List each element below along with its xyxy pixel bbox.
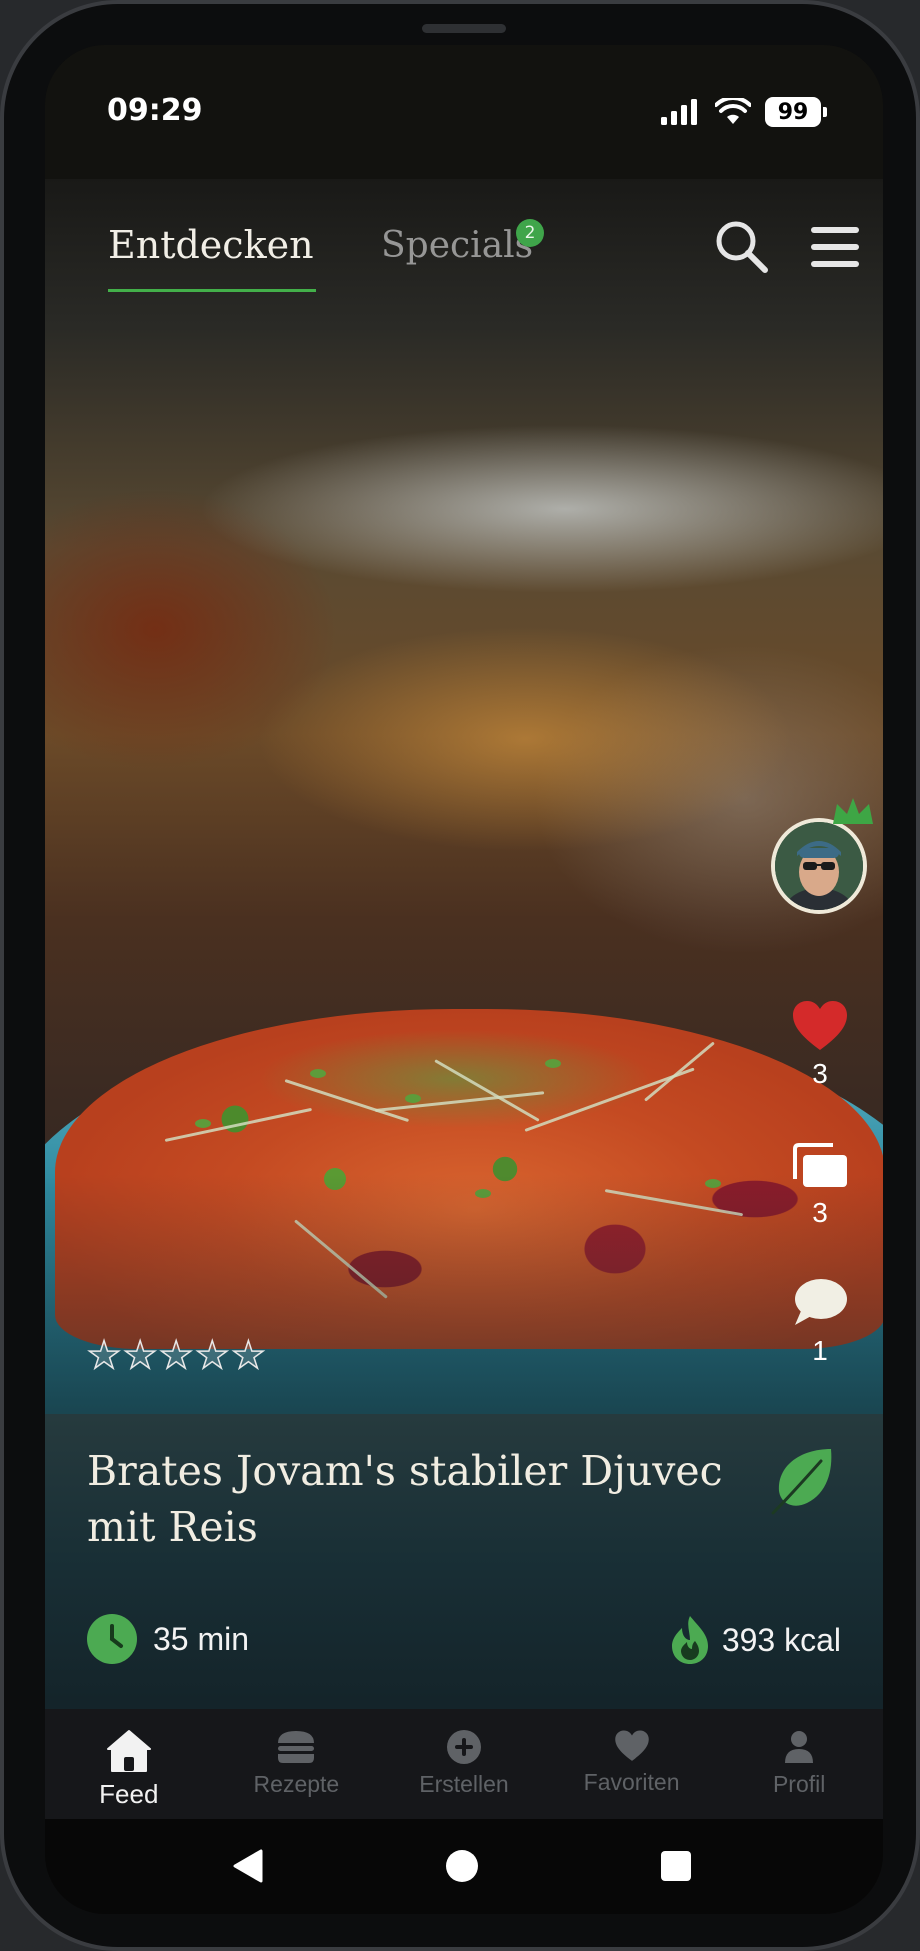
collections-button[interactable]: 3 [780, 1143, 860, 1229]
leaf-icon [771, 1449, 832, 1515]
recents-square-icon[interactable] [659, 1849, 693, 1883]
stacked-cards-icon [793, 1143, 847, 1187]
recipe-title[interactable]: Brates Jovam's stabiler Djuvec mit Reis [87, 1443, 727, 1555]
star-icon[interactable]: ★ [158, 1335, 194, 1375]
person-icon [785, 1731, 814, 1763]
heart-icon [614, 1730, 649, 1761]
status-bar: 09:29 99 [45, 45, 883, 179]
back-icon[interactable] [231, 1849, 265, 1883]
like-button[interactable]: 3 [780, 1000, 860, 1090]
search-icon[interactable] [712, 217, 770, 275]
like-count: 3 [812, 1058, 828, 1089]
tab-entdecken[interactable]: Entdecken [108, 223, 314, 267]
status-icons: 99 [661, 97, 827, 127]
status-time: 09:29 [107, 93, 203, 128]
crown-icon [833, 798, 873, 824]
collections-count: 3 [812, 1197, 828, 1228]
nav-item-favoriten[interactable]: Favoriten [548, 1709, 716, 1819]
android-navigation-bar [45, 1819, 883, 1914]
nav-label-rezepte: Rezepte [253, 1771, 340, 1797]
cook-time: 35 min [87, 1614, 249, 1664]
nav-label-favoriten: Favoriten [583, 1769, 680, 1795]
nav-item-feed[interactable]: Feed [45, 1709, 213, 1819]
star-icon[interactable]: ★ [194, 1335, 230, 1375]
nav-label-feed: Feed [99, 1779, 159, 1809]
home-icon [106, 1730, 151, 1772]
star-icon[interactable]: ★ [86, 1335, 122, 1375]
speaker-grille [422, 24, 506, 33]
home-circle-icon[interactable] [445, 1849, 479, 1883]
nav-label-erstellen: Erstellen [419, 1771, 509, 1797]
hamburger-menu-icon[interactable] [811, 225, 859, 269]
active-tab-indicator [108, 289, 316, 292]
rating-stars[interactable]: ★ ★ ★ ★ ★ [86, 1335, 267, 1375]
clock-icon [87, 1614, 137, 1664]
nav-item-erstellen[interactable]: Erstellen [380, 1709, 548, 1819]
nav-item-rezepte[interactable]: Rezepte [213, 1709, 381, 1819]
recipe-photo[interactable] [45, 179, 883, 1414]
calories-value: 393 kcal [721, 1621, 841, 1658]
nav-item-profil[interactable]: Profil [715, 1709, 883, 1819]
calories: 393 kcal [670, 1614, 841, 1666]
star-icon[interactable]: ★ [122, 1335, 158, 1375]
plus-circle-icon [446, 1730, 481, 1764]
avatar [771, 818, 867, 914]
battery-indicator: 99 [765, 97, 827, 127]
cook-time-value: 35 min [153, 1620, 250, 1657]
nav-label-profil: Profil [772, 1771, 826, 1797]
photo-fade-overlay [45, 1174, 883, 1414]
comments-count: 1 [812, 1335, 828, 1366]
tab-specials[interactable]: Specials [381, 225, 533, 266]
heart-icon [793, 1001, 847, 1050]
author-avatar-button[interactable] [771, 798, 873, 914]
signal-icon [661, 99, 697, 125]
screen: 09:29 99 Entdecken Specials 2 3 3 1 ★ ★ … [45, 45, 883, 1914]
bottom-nav-bar: Feed Rezepte Erstellen Favoriten Profil [45, 1709, 883, 1819]
wifi-icon [715, 98, 751, 124]
speech-bubble-icon [795, 1279, 847, 1325]
comments-button[interactable]: 1 [780, 1277, 860, 1367]
specials-badge: 2 [516, 219, 544, 247]
star-icon[interactable]: ★ [231, 1335, 267, 1375]
burger-icon [278, 1731, 315, 1763]
phone-frame: 09:29 99 Entdecken Specials 2 3 3 1 ★ ★ … [0, 0, 920, 1951]
flame-icon [671, 1616, 708, 1664]
